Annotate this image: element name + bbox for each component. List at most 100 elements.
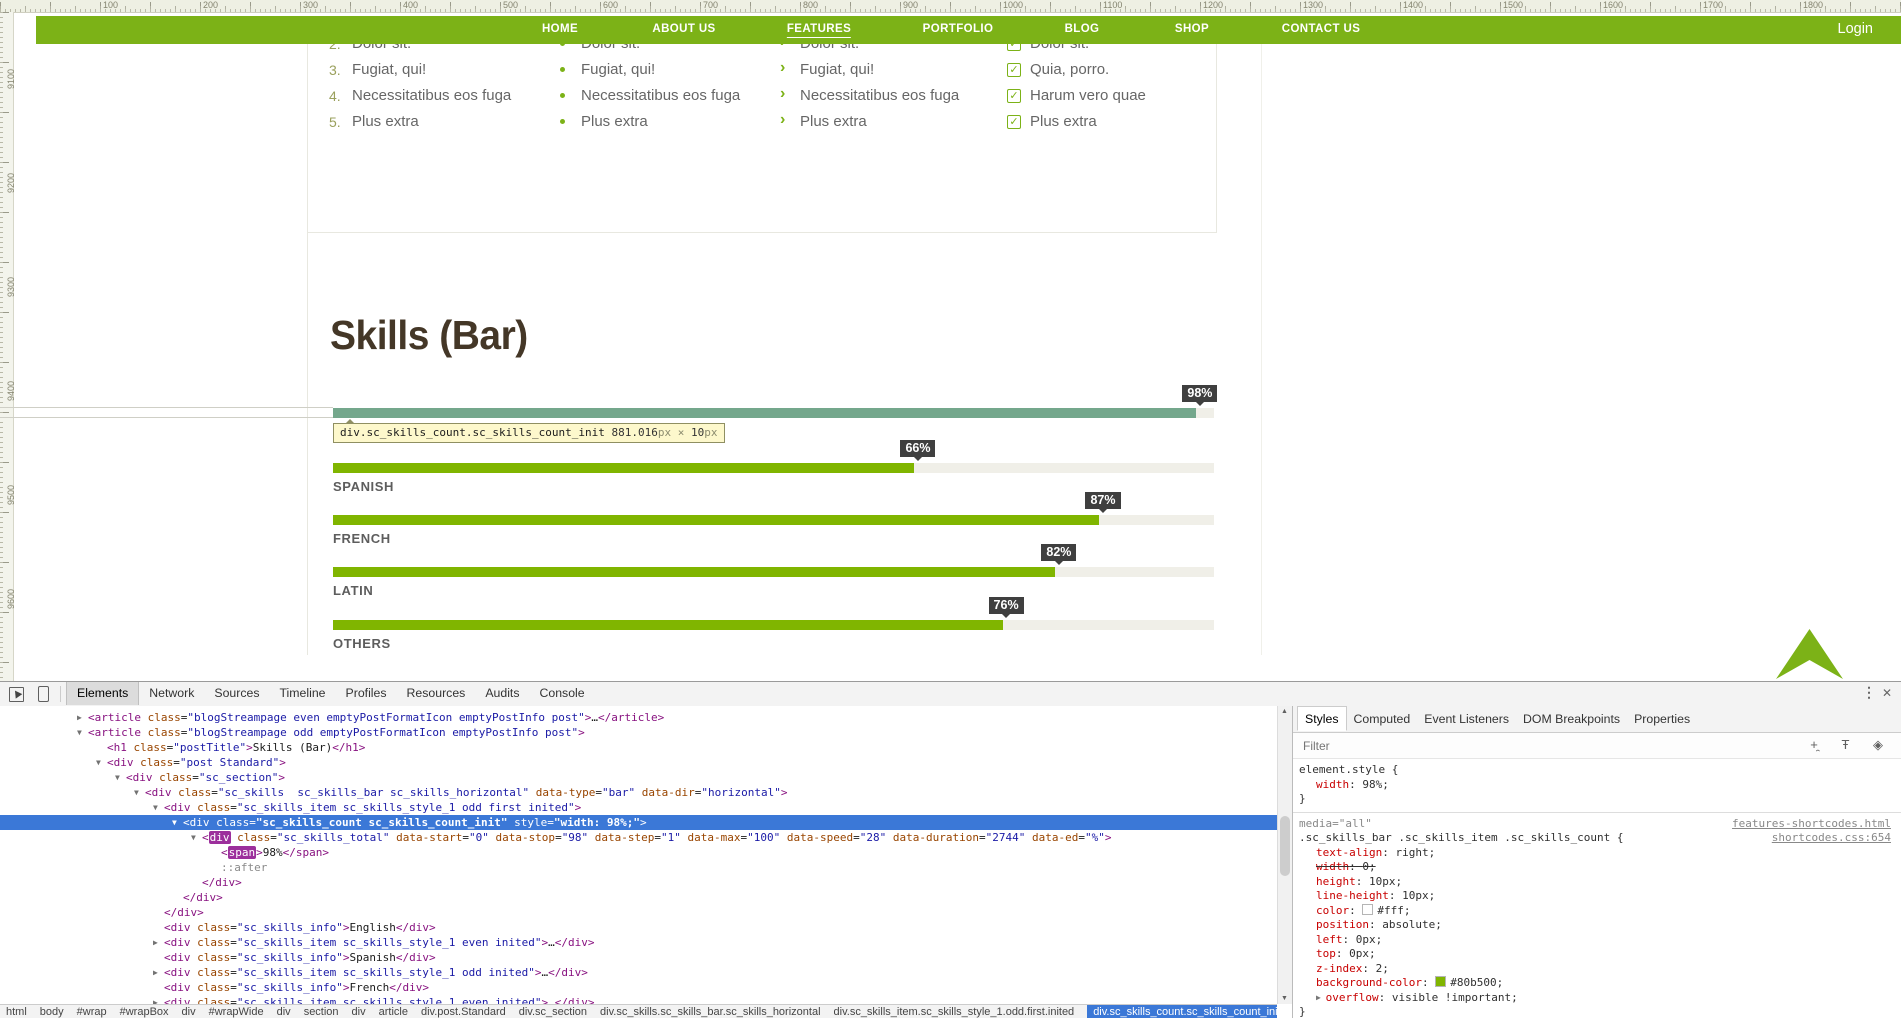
skill-label: FRENCH — [333, 531, 391, 546]
breadcrumb-item[interactable]: div — [352, 1006, 366, 1018]
css-property-row[interactable]: line-height: 10px; — [1299, 889, 1901, 904]
devtools-tab-console[interactable]: Console — [530, 682, 595, 705]
breadcrumb-item[interactable]: div — [182, 1006, 196, 1018]
collapse-icon[interactable]: ▼ — [153, 800, 164, 815]
styles-toolbar-icons[interactable]: +̯ Ŧ ◈ — [1810, 737, 1893, 753]
devtools-tab-elements[interactable]: Elements — [66, 682, 139, 705]
expand-icon[interactable]: ▶ — [153, 965, 164, 980]
color-swatch[interactable] — [1435, 976, 1446, 987]
dom-tree-row[interactable]: ▶<article class="blogStreampage even emp… — [0, 710, 1277, 725]
dom-tree-row[interactable]: ▼<div class="sc_skills_item sc_skills_st… — [0, 800, 1277, 815]
dom-tree-row[interactable]: ▼<div class="sc_skills sc_skills_bar sc_… — [0, 785, 1277, 800]
list-number: 4. — [329, 88, 341, 104]
sidebar-tab-dom-breakpoints[interactable]: DOM Breakpoints — [1516, 707, 1627, 730]
dom-tree-row[interactable]: <div class="sc_skills_info">French</div> — [0, 980, 1277, 995]
rule-selector-row[interactable]: .sc_skills_bar .sc_skills_item .sc_skill… — [1299, 831, 1901, 846]
nav-item-blog[interactable]: BLOG — [1065, 23, 1100, 35]
breadcrumb-item[interactable]: div.sc_skills.sc_skills_bar.sc_skills_ho… — [600, 1006, 820, 1018]
css-property-row[interactable]: ▶ overflow: visible !important; — [1299, 991, 1901, 1006]
dom-tree-row[interactable]: ::after — [0, 860, 1277, 875]
css-property-row[interactable]: z-index: 2; — [1299, 962, 1901, 977]
breadcrumb-item[interactable]: #wrap — [77, 1006, 107, 1018]
css-property-row[interactable]: text-align: right; — [1299, 846, 1901, 861]
scroll-down-icon[interactable]: ▼ — [1281, 995, 1288, 1002]
scroll-up-icon[interactable]: ▲ — [1281, 708, 1288, 715]
dom-tree-row[interactable]: ▶<div class="sc_skills_item sc_skills_st… — [0, 995, 1277, 1004]
expand-property-icon[interactable]: ▶ — [1316, 993, 1326, 1002]
dom-tree-row[interactable]: ▼<div class="post Standard"> — [0, 755, 1277, 770]
devtools-tab-profiles[interactable]: Profiles — [336, 682, 397, 705]
sidebar-tab-properties[interactable]: Properties — [1627, 707, 1697, 730]
devtools-tab-audits[interactable]: Audits — [475, 682, 529, 705]
dom-tree-row[interactable]: <div class="sc_skills_info">English</div… — [0, 920, 1277, 935]
breadcrumb-item[interactable]: article — [379, 1006, 408, 1018]
login-link[interactable]: Login — [1838, 21, 1873, 37]
css-property-row[interactable]: background-color: #80b500; — [1299, 976, 1901, 991]
dom-tree-row[interactable]: <div class="sc_skills_info">Spanish</div… — [0, 950, 1277, 965]
breadcrumb-item[interactable]: #wrapWide — [209, 1006, 264, 1018]
dom-tree-row[interactable]: <span>98%</span> — [0, 845, 1277, 860]
dom-tree-row[interactable]: ▼<div class="sc_skills_count sc_skills_c… — [0, 815, 1277, 830]
collapse-icon[interactable]: ▼ — [115, 770, 126, 785]
breadcrumb-item[interactable]: div — [277, 1006, 291, 1018]
back-to-top-button[interactable] — [1776, 629, 1843, 679]
color-swatch[interactable] — [1362, 904, 1373, 915]
dom-tree-row[interactable]: ▶<div class="sc_skills_item sc_skills_st… — [0, 965, 1277, 980]
breadcrumb-item[interactable]: body — [40, 1006, 64, 1018]
breadcrumb-item[interactable]: #wrapBox — [120, 1006, 169, 1018]
css-property-row[interactable]: position: absolute; — [1299, 918, 1901, 933]
inspect-element-icon[interactable] — [9, 687, 24, 702]
dom-tree-row[interactable]: ▼<article class="blogStreampage odd empt… — [0, 725, 1277, 740]
css-property-row[interactable]: height: 10px; — [1299, 875, 1901, 890]
expand-icon[interactable]: ▶ — [77, 710, 88, 725]
devtools-tab-network[interactable]: Network — [139, 682, 204, 705]
checkbox-checked-icon: ✓ — [1007, 63, 1021, 77]
breadcrumb-item[interactable]: div.sc_skills_count.sc_skills_count_init — [1087, 1005, 1277, 1018]
dom-tree-row[interactable]: ▼<div class="sc_skills_total" data-start… — [0, 830, 1277, 845]
css-property-row[interactable]: top: 0px; — [1299, 947, 1901, 962]
devtools-tab-resources[interactable]: Resources — [397, 682, 476, 705]
elements-scrollbar[interactable]: ▲ ▼ — [1277, 706, 1292, 1004]
stylesheet-link[interactable]: features-shortcodes.html — [1732, 817, 1891, 832]
breadcrumb-item[interactable]: section — [304, 1006, 339, 1018]
scrollbar-thumb[interactable] — [1280, 816, 1290, 876]
dom-tree-row[interactable]: ▶<div class="sc_skills_item sc_skills_st… — [0, 935, 1277, 950]
sidebar-tab-event-listeners[interactable]: Event Listeners — [1417, 707, 1516, 730]
devtools-tab-sources[interactable]: Sources — [204, 682, 269, 705]
css-property-row[interactable]: left: 0px; — [1299, 933, 1901, 948]
nav-item-shop[interactable]: SHOP — [1175, 23, 1209, 35]
nav-item-portfolio[interactable]: PORTFOLIO — [923, 23, 994, 35]
collapse-icon[interactable]: ▼ — [172, 815, 183, 830]
dom-tree-row[interactable]: </div> — [0, 890, 1277, 905]
rule-selector-row[interactable]: element.style { — [1299, 763, 1901, 778]
overflow-menu-icon[interactable]: ⋮ — [1862, 684, 1876, 701]
expand-icon[interactable]: ▶ — [153, 995, 164, 1004]
sidebar-tab-styles[interactable]: Styles — [1297, 706, 1347, 731]
css-property-row[interactable]: width: 0; — [1299, 860, 1901, 875]
css-property-row[interactable]: width: 98%; — [1299, 778, 1901, 793]
devtools-tab-timeline[interactable]: Timeline — [270, 682, 336, 705]
dom-tree-row[interactable]: ▼<div class="sc_section"> — [0, 770, 1277, 785]
breadcrumb-item[interactable]: div.post.Standard — [421, 1006, 506, 1018]
nav-item-contact-us[interactable]: CONTACT US — [1282, 23, 1361, 35]
breadcrumb-item[interactable]: div.sc_skills_item.sc_skills_style_1.odd… — [834, 1006, 1075, 1018]
css-property-row[interactable]: color: #fff; — [1299, 904, 1901, 919]
expand-icon[interactable]: ▶ — [153, 935, 164, 950]
stylesheet-link[interactable]: shortcodes.css:654 — [1772, 831, 1891, 846]
device-mode-icon[interactable] — [38, 686, 49, 702]
dom-tree-row[interactable]: </div> — [0, 905, 1277, 920]
dom-tree-row[interactable]: <h1 class="postTitle">Skills (Bar)</h1> — [0, 740, 1277, 755]
collapse-icon[interactable]: ▼ — [77, 725, 88, 740]
styles-filter-input[interactable] — [1301, 738, 1605, 754]
nav-item-features[interactable]: FEATURES — [787, 23, 851, 38]
nav-item-about-us[interactable]: ABOUT US — [652, 23, 715, 35]
sidebar-tab-computed[interactable]: Computed — [1347, 707, 1418, 730]
breadcrumb-item[interactable]: div.sc_section — [519, 1006, 587, 1018]
collapse-icon[interactable]: ▼ — [96, 755, 107, 770]
collapse-icon[interactable]: ▼ — [134, 785, 145, 800]
collapse-icon[interactable]: ▼ — [191, 830, 202, 845]
nav-item-home[interactable]: HOME — [542, 23, 578, 35]
close-devtools-icon[interactable]: ✕ — [1882, 686, 1892, 700]
breadcrumb-item[interactable]: html — [6, 1006, 27, 1018]
dom-tree-row[interactable]: </div> — [0, 875, 1277, 890]
